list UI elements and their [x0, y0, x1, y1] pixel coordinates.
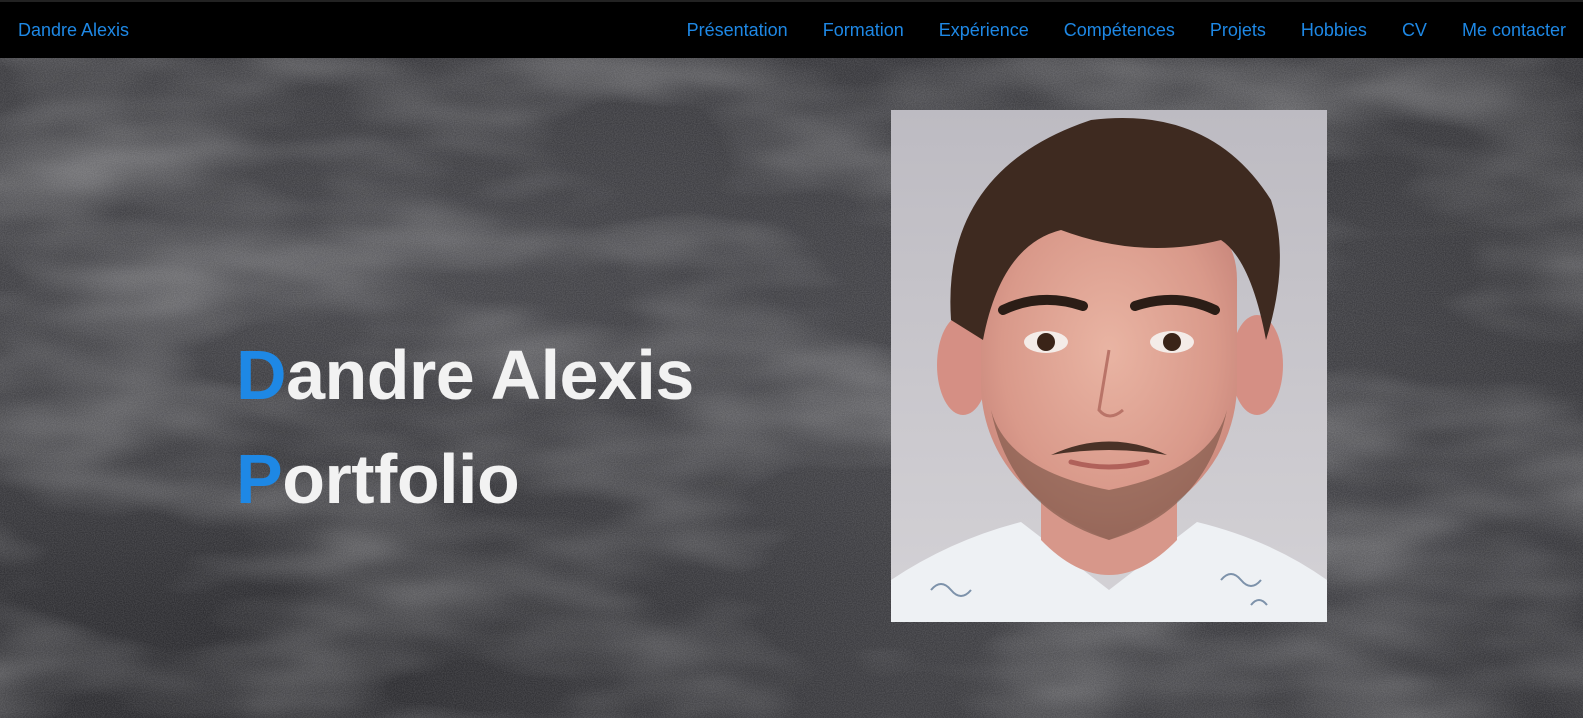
nav-link-contact[interactable]: Me contacter	[1462, 20, 1566, 40]
nav-link-hobbies[interactable]: Hobbies	[1301, 20, 1367, 40]
hero-title-initial-d: D	[236, 336, 287, 414]
portrait-illustration	[891, 110, 1327, 622]
nav-link-presentation[interactable]: Présentation	[687, 20, 788, 40]
nav-link-competences[interactable]: Compétences	[1064, 20, 1175, 40]
hero-section: Dandre Alexis Portfolio	[0, 58, 1583, 718]
hero-title-line-portfolio: Portfolio	[236, 427, 694, 531]
hero-title-line-name: Dandre Alexis	[236, 323, 694, 427]
hero-title-initial-p: P	[236, 440, 283, 518]
nav-item-competences: Compétences	[1064, 20, 1175, 41]
nav-item-hobbies: Hobbies	[1301, 20, 1367, 41]
portrait-photo	[891, 110, 1327, 622]
nav-link-cv[interactable]: CV	[1402, 20, 1427, 40]
nav-link-projets[interactable]: Projets	[1210, 20, 1266, 40]
nav-item-projets: Projets	[1210, 20, 1266, 41]
navbar: Dandre Alexis Présentation Formation Exp…	[0, 0, 1583, 58]
nav-item-presentation: Présentation	[687, 20, 788, 41]
nav-links: Présentation Formation Expérience Compét…	[687, 20, 1566, 41]
nav-link-formation[interactable]: Formation	[823, 20, 904, 40]
nav-item-experience: Expérience	[939, 20, 1029, 41]
hero-title: Dandre Alexis Portfolio	[236, 323, 694, 531]
hero-title-portfolio-rest: ortfolio	[282, 440, 520, 518]
nav-item-cv: CV	[1402, 20, 1427, 41]
nav-link-experience[interactable]: Expérience	[939, 20, 1029, 40]
hero-title-name-rest: andre Alexis	[286, 336, 694, 414]
nav-item-formation: Formation	[823, 20, 904, 41]
nav-item-contact: Me contacter	[1462, 20, 1566, 41]
brand-link[interactable]: Dandre Alexis	[18, 20, 129, 41]
page: Dandre Alexis Présentation Formation Exp…	[0, 0, 1583, 718]
